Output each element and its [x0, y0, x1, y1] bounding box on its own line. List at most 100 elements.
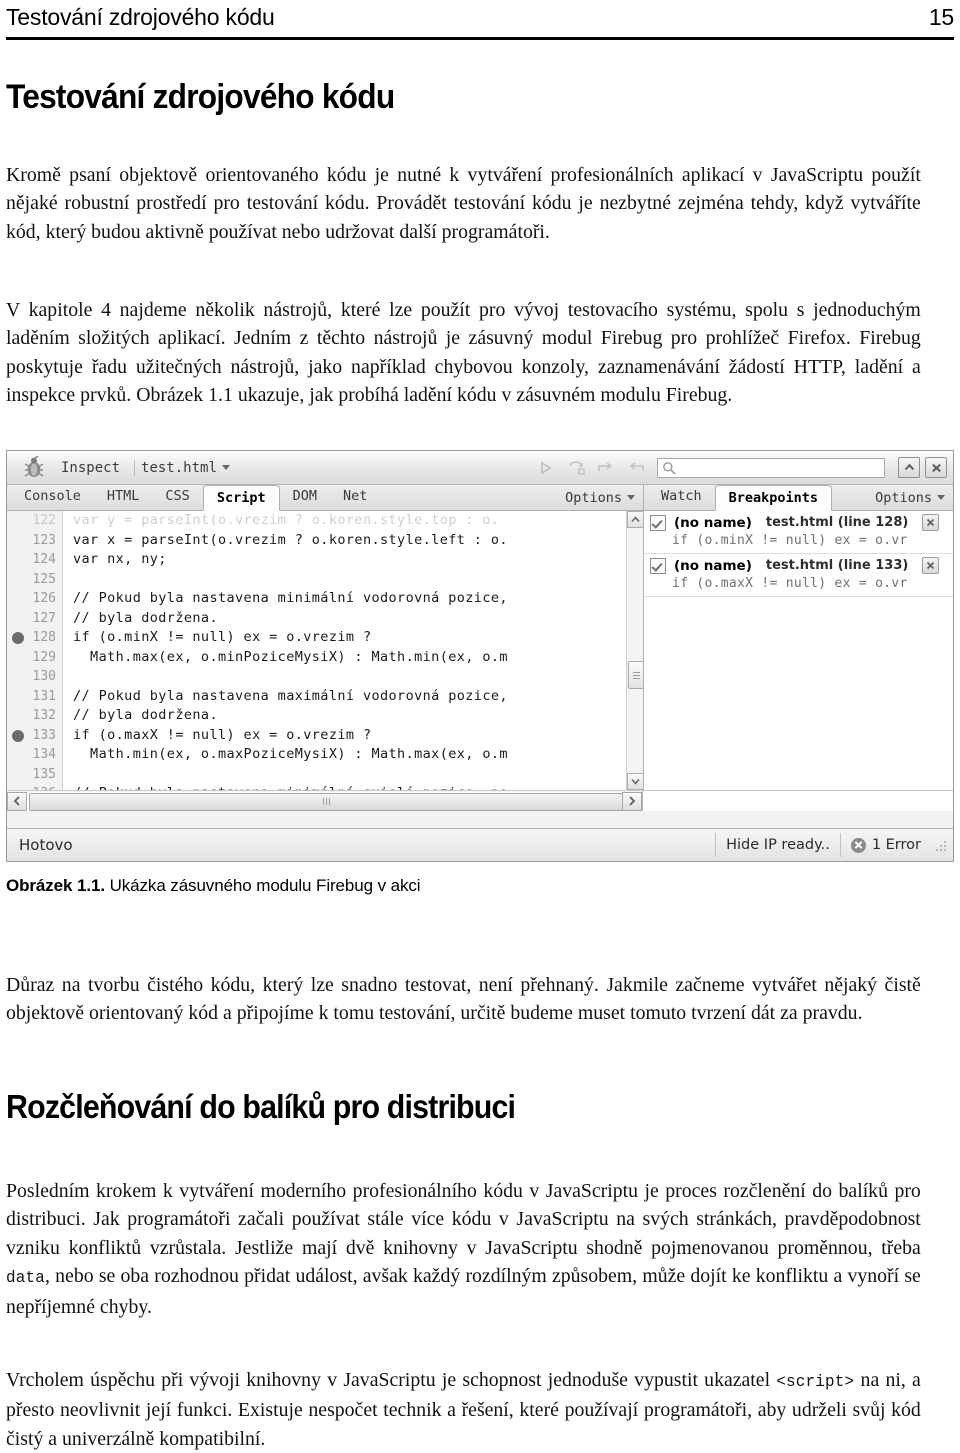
breakpoint-marker-icon[interactable] — [12, 632, 24, 644]
paragraph-script-part1: Vrcholem úspěchu při vývoji knihovny v J… — [6, 1369, 776, 1391]
header-divider — [6, 37, 954, 40]
line-number-label: 125 — [33, 572, 56, 587]
resize-grip-icon[interactable] — [935, 838, 949, 852]
scroll-left-button[interactable] — [7, 792, 27, 811]
tab-dom[interactable]: DOM — [280, 484, 330, 510]
source-vertical-scrollbar[interactable] — [626, 511, 643, 790]
code-line[interactable]: Math.min(ex, o.maxPoziceMysiX) : Math.ma… — [63, 745, 626, 765]
line-number-label: 132 — [33, 708, 56, 723]
continue-icon[interactable] — [537, 460, 555, 476]
line-number[interactable]: 129 — [7, 648, 62, 668]
line-number[interactable]: 136 — [7, 784, 62, 790]
breakpoint-name: (no name) — [674, 515, 752, 531]
source-code-panel: 1221231241251261271281291301311321331341… — [7, 511, 643, 790]
vertical-scroll-thumb[interactable] — [628, 661, 643, 689]
code-line[interactable]: if (o.maxX != null) ex = o.vrezim ? — [63, 726, 626, 746]
code-line[interactable]: if (o.minX != null) ex = o.vrezim ? — [63, 628, 626, 648]
code-line[interactable]: var y = parseInt(o.vrezim ? o.koren.styl… — [63, 511, 626, 531]
breakpoint-checkbox[interactable] — [650, 515, 666, 531]
code-line[interactable]: var x = parseInt(o.vrezim ? o.koren.styl… — [63, 531, 626, 551]
file-selector[interactable]: test.html — [141, 460, 230, 476]
paragraph-intro: Kromě psaní objektově orientovaného kódu… — [6, 161, 921, 247]
step-into-icon[interactable] — [597, 460, 615, 476]
breakpoint-row[interactable]: (no name)test.html (line 133)if (o.maxX … — [644, 554, 953, 597]
paragraph-packaging-part1: Posledním krokem k vytváření moderního p… — [6, 1180, 921, 1259]
line-number[interactable]: 123 — [7, 531, 62, 551]
line-number-label: 126 — [33, 591, 56, 606]
scroll-up-button[interactable] — [627, 511, 643, 528]
line-number[interactable]: 134 — [7, 745, 62, 765]
error-count-status[interactable]: 1 Error — [840, 833, 931, 857]
code-line[interactable]: var nx, ny; — [63, 550, 626, 570]
line-number[interactable]: 124 — [7, 550, 62, 570]
code-line[interactable]: // Pokud byla nastavena maximální vodoro… — [63, 687, 626, 707]
code-line[interactable]: // byla dodržena. — [63, 706, 626, 726]
step-over-icon[interactable] — [567, 460, 585, 476]
search-input[interactable] — [679, 460, 880, 476]
line-number-gutter: 1221231241251261271281291301311321331341… — [7, 511, 63, 790]
breakpoint-marker-icon[interactable] — [12, 730, 24, 742]
right-options-menu[interactable]: Options — [867, 486, 953, 510]
firebug-status-bar: Hotovo Hide IP ready.. 1 Error — [7, 828, 953, 861]
breakpoint-checkbox[interactable] — [650, 558, 666, 574]
line-number[interactable]: 133 — [7, 726, 62, 746]
scroll-thumb-grip — [633, 675, 640, 676]
remove-breakpoint-button[interactable] — [922, 514, 939, 531]
close-button[interactable] — [925, 457, 947, 478]
left-options-menu[interactable]: Options — [557, 486, 643, 510]
tab-breakpoints[interactable]: Breakpoints — [715, 485, 832, 511]
horizontal-scroll-track[interactable] — [27, 792, 622, 811]
tab-watch[interactable]: Watch — [648, 484, 715, 510]
hide-ip-status[interactable]: Hide IP ready.. — [715, 833, 840, 857]
code-line[interactable] — [63, 765, 626, 785]
file-selector-label: test.html — [141, 460, 217, 476]
paragraph-firebug-intro: V kapitole 4 najdeme několik nástrojů, k… — [6, 296, 921, 410]
line-number-label: 124 — [33, 552, 56, 567]
line-number-label: 128 — [33, 630, 56, 645]
horizontal-scroll-thumb[interactable] — [29, 793, 623, 811]
code-line[interactable]: Math.max(ex, o.minPoziceMysiX) : Math.mi… — [63, 648, 626, 668]
scrollbar-filler — [643, 791, 953, 811]
tab-script[interactable]: Script — [203, 485, 280, 511]
code-line[interactable]: // Pokud byla nastavena minimální vodoro… — [63, 589, 626, 609]
search-box[interactable] — [657, 458, 885, 478]
tab-console[interactable]: Console — [11, 484, 94, 510]
figure-caption-text: Ukázka zásuvného modulu Firebug v akci — [105, 876, 420, 895]
line-number[interactable]: 131 — [7, 687, 62, 707]
step-out-icon[interactable] — [627, 460, 645, 476]
line-number-label: 122 — [33, 513, 56, 528]
chevron-up-icon — [904, 463, 915, 472]
breakpoint-name: (no name) — [674, 558, 752, 574]
line-number[interactable]: 127 — [7, 609, 62, 629]
line-number[interactable]: 128 — [7, 628, 62, 648]
breakpoint-row[interactable]: (no name)test.html (line 128)if (o.minX … — [644, 511, 953, 554]
code-line[interactable]: // Pokud byla nastavena minimální svislá… — [63, 784, 626, 790]
line-number[interactable]: 125 — [7, 570, 62, 590]
line-number-label: 135 — [33, 767, 56, 782]
line-number[interactable]: 132 — [7, 706, 62, 726]
tab-css[interactable]: CSS — [152, 484, 202, 510]
line-number[interactable]: 135 — [7, 765, 62, 785]
inspect-button[interactable]: Inspect — [53, 460, 128, 476]
line-number-label: 130 — [33, 669, 56, 684]
code-line[interactable]: // byla dodržena. — [63, 609, 626, 629]
scroll-right-button[interactable] — [622, 792, 642, 811]
chevron-down-icon — [631, 778, 640, 785]
line-number-label: 136 — [33, 786, 56, 790]
line-number-label: 129 — [33, 650, 56, 665]
tab-html[interactable]: HTML — [94, 484, 153, 510]
source-horizontal-scrollbar[interactable] — [7, 791, 643, 811]
source-code-lines: var y = parseInt(o.vrezim ? o.koren.styl… — [63, 511, 626, 790]
line-number[interactable]: 122 — [7, 511, 62, 531]
minimize-button[interactable] — [898, 457, 920, 478]
code-line[interactable] — [63, 570, 626, 590]
code-line[interactable] — [63, 667, 626, 687]
right-options-label: Options — [875, 490, 932, 506]
line-number[interactable]: 126 — [7, 589, 62, 609]
line-number-label: 127 — [33, 611, 56, 626]
line-number[interactable]: 130 — [7, 667, 62, 687]
scroll-down-button[interactable] — [627, 773, 643, 790]
remove-breakpoint-button[interactable] — [922, 557, 939, 574]
tab-net[interactable]: Net — [330, 484, 380, 510]
panel-tabs: Console HTML CSS Script DOM Net — [7, 484, 380, 510]
